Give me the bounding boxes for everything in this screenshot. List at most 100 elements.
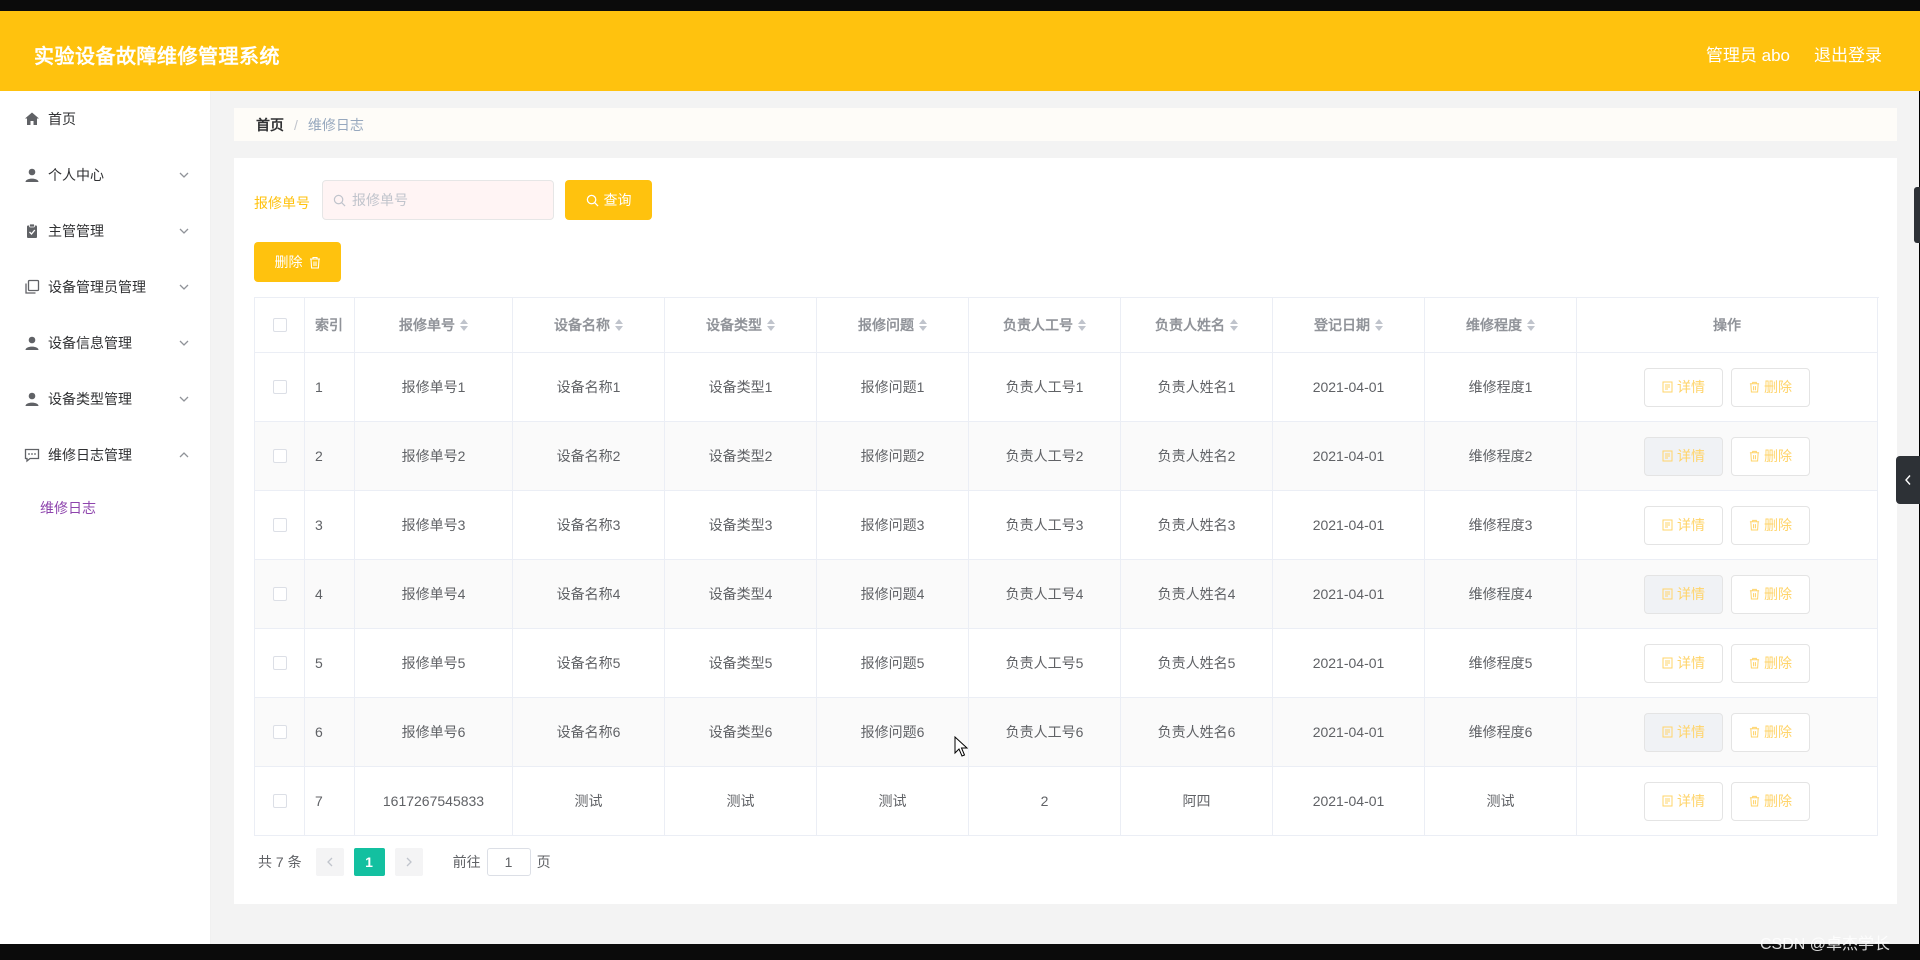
header-date[interactable]: 登记日期 <box>1273 298 1425 353</box>
sort-icon[interactable] <box>1078 319 1086 331</box>
detail-button-label: 详情 <box>1677 448 1705 464</box>
chat-icon <box>24 447 40 463</box>
table-row[interactable]: 1 报修单号1 设备名称1 设备类型1 报修问题1 负责人工号1 负责人姓名1 2021-04… <box>255 353 1879 422</box>
logout-button[interactable]: 退出登录 <box>1814 41 1882 66</box>
top-frame-bar <box>0 0 1920 11</box>
chevron-down-icon <box>179 340 189 346</box>
detail-button[interactable]: 详情 <box>1644 505 1723 545</box>
trash-icon <box>1749 519 1760 531</box>
table-row[interactable]: 5 报修单号5 设备名称5 设备类型5 报修问题5 负责人工号5 负责人姓名5 2021-04… <box>255 629 1879 698</box>
prev-page-button[interactable] <box>315 848 344 876</box>
header-level[interactable]: 维修程度 <box>1425 298 1577 353</box>
table-row[interactable]: 2 报修单号2 设备名称2 设备类型2 报修问题2 负责人工号2 负责人姓名2 2021-04… <box>255 422 1879 491</box>
search-icon <box>586 194 599 207</box>
detail-button[interactable]: 详情 <box>1644 367 1723 407</box>
row-delete-button[interactable]: 删除 <box>1731 505 1810 545</box>
sort-icon[interactable] <box>919 319 927 331</box>
cell-problem: 报修问题4 <box>817 560 969 629</box>
sidebar-item-device-admin[interactable]: 设备管理员管理 <box>0 259 210 315</box>
sidebar-item-repair-log-management[interactable]: 维修日志管理 <box>0 427 210 483</box>
table-row[interactable]: 6 报修单号6 设备名称6 设备类型6 报修问题6 负责人工号6 负责人姓名6 2021-04… <box>255 698 1879 767</box>
header-device-name[interactable]: 设备名称 <box>513 298 665 353</box>
cell-staff-no: 负责人工号2 <box>969 422 1121 491</box>
detail-button[interactable]: 详情 <box>1644 436 1723 476</box>
sort-icon[interactable] <box>1230 319 1238 331</box>
detail-button[interactable]: 详情 <box>1644 574 1723 614</box>
header-staff-no[interactable]: 负责人工号 <box>969 298 1121 353</box>
row-delete-label: 删除 <box>1764 793 1792 809</box>
table-row[interactable]: 3 报修单号3 设备名称3 设备类型3 报修问题3 负责人工号3 负责人姓名3 2021-04… <box>255 491 1879 560</box>
home-icon <box>24 111 40 127</box>
detail-button[interactable]: 详情 <box>1644 712 1723 752</box>
cell-repair-no: 报修单号1 <box>355 353 513 422</box>
row-checkbox[interactable] <box>272 656 287 670</box>
side-drawer-handle-small[interactable] <box>1914 187 1920 243</box>
search-field[interactable] <box>322 180 554 220</box>
header-repair-no[interactable]: 报修单号 <box>355 298 513 353</box>
sidebar-subitem-repair-log[interactable]: 维修日志 <box>0 483 210 533</box>
cell-level: 维修程度1 <box>1425 353 1577 422</box>
cell-problem: 报修问题1 <box>817 353 969 422</box>
header-device-type[interactable]: 设备类型 <box>665 298 817 353</box>
sidebar-item-device-type[interactable]: 设备类型管理 <box>0 371 210 427</box>
sidebar-item-device-info[interactable]: 设备信息管理 <box>0 315 210 371</box>
breadcrumb-home[interactable]: 首页 <box>256 115 284 135</box>
select-all-checkbox[interactable] <box>272 318 287 332</box>
sidebar-item-personal-center[interactable]: 个人中心 <box>0 147 210 203</box>
row-delete-button[interactable]: 删除 <box>1731 436 1810 476</box>
row-checkbox-cell <box>255 422 305 491</box>
cell-device-type: 设备类型2 <box>665 422 817 491</box>
detail-button-label: 详情 <box>1677 793 1705 809</box>
sort-icon[interactable] <box>1527 319 1535 331</box>
row-delete-button[interactable]: 删除 <box>1731 781 1810 821</box>
pagination-goto-label: 前往 <box>452 854 481 870</box>
search-input[interactable] <box>352 192 542 208</box>
cell-operations: 详情 删除 <box>1577 560 1878 629</box>
sort-icon[interactable] <box>1375 319 1383 331</box>
cell-date: 2021-04-01 <box>1273 560 1425 629</box>
cell-device-name: 设备名称3 <box>513 491 665 560</box>
row-delete-button[interactable]: 删除 <box>1731 643 1810 683</box>
row-checkbox[interactable] <box>272 725 287 739</box>
table-row[interactable]: 7 1617267545833 测试 测试 测试 2 阿四 2021-04-01 测试 详情 删除 <box>255 767 1879 836</box>
header-staff-name[interactable]: 负责人姓名 <box>1121 298 1273 353</box>
cell-date: 2021-04-01 <box>1273 491 1425 560</box>
row-delete-label: 删除 <box>1764 586 1792 602</box>
chevron-up-icon <box>179 452 189 458</box>
side-drawer-toggle[interactable] <box>1896 456 1920 504</box>
cell-device-name: 测试 <box>513 767 665 836</box>
row-checkbox[interactable] <box>272 587 287 601</box>
user-icon <box>24 335 40 351</box>
page-number-current[interactable]: 1 <box>353 848 385 876</box>
row-checkbox[interactable] <box>272 518 287 532</box>
sidebar-item-label: 设备类型管理 <box>48 391 132 407</box>
cell-level: 维修程度2 <box>1425 422 1577 491</box>
chevron-down-icon <box>179 284 189 290</box>
header-problem[interactable]: 报修问题 <box>817 298 969 353</box>
detail-button[interactable]: 详情 <box>1644 781 1723 821</box>
row-checkbox[interactable] <box>272 380 287 394</box>
sort-icon[interactable] <box>767 319 775 331</box>
batch-delete-button[interactable]: 删除 <box>254 242 341 282</box>
trash-icon <box>1749 795 1760 807</box>
watermark: CSDN @卓杰学长 <box>1759 936 1890 953</box>
row-delete-button[interactable]: 删除 <box>1731 574 1810 614</box>
row-checkbox[interactable] <box>272 794 287 808</box>
row-delete-button[interactable]: 删除 <box>1731 712 1810 752</box>
search-label: 报修单号 <box>254 195 310 211</box>
cell-problem: 报修问题6 <box>817 698 969 767</box>
next-page-button[interactable] <box>394 848 423 876</box>
sort-icon[interactable] <box>460 319 468 331</box>
table-row[interactable]: 4 报修单号4 设备名称4 设备类型4 报修问题4 负责人工号4 负责人姓名4 2021-04… <box>255 560 1879 629</box>
current-user-label[interactable]: 管理员 abo <box>1706 41 1790 66</box>
sidebar-item-home[interactable]: 首页 <box>0 91 210 147</box>
query-button[interactable]: 查询 <box>565 180 652 220</box>
sort-icon[interactable] <box>615 319 623 331</box>
cell-staff-no: 负责人工号6 <box>969 698 1121 767</box>
row-delete-button[interactable]: 删除 <box>1731 367 1810 407</box>
row-delete-label: 删除 <box>1764 517 1792 533</box>
detail-button[interactable]: 详情 <box>1644 643 1723 683</box>
sidebar-item-supervisor[interactable]: 主管管理 <box>0 203 210 259</box>
pagination-goto-input[interactable] <box>486 848 531 876</box>
row-checkbox[interactable] <box>272 449 287 463</box>
